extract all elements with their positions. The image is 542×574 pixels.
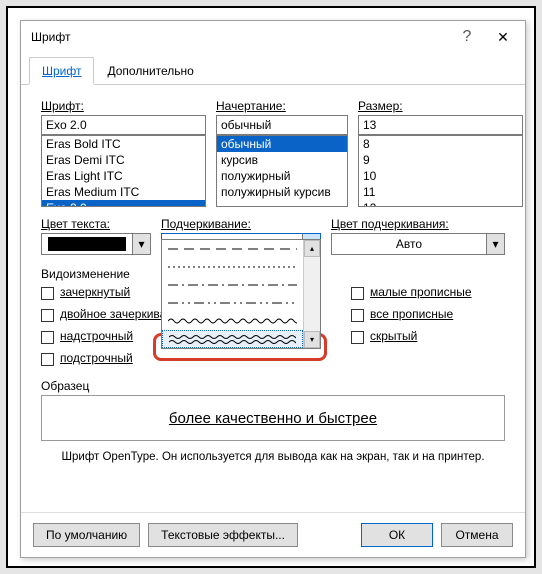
font-hint: Шрифт OpenType. Он используется для выво… [41, 451, 505, 463]
close-icon: ✕ [497, 29, 509, 46]
titlebar: Шрифт ? ✕ [21, 21, 525, 53]
list-item[interactable]: 12 [359, 200, 522, 207]
dialog-title: Шрифт [31, 30, 449, 44]
list-item[interactable]: Eras Light ITC [42, 168, 205, 184]
sample-preview: более качественно и быстрее [41, 395, 505, 441]
chevron-down-icon: ▾ [132, 234, 150, 254]
font-input[interactable] [41, 115, 206, 135]
dialog-footer: По умолчанию Текстовые эффекты... ОК Отм… [21, 512, 525, 557]
underline-option-dot[interactable] [162, 258, 303, 276]
help-icon: ? [463, 28, 472, 46]
size-label: Размер: [358, 99, 523, 113]
list-item[interactable]: 8 [359, 136, 522, 152]
underline-label: Подчеркивание: [161, 217, 321, 231]
tab-font[interactable]: Шрифт [29, 57, 94, 85]
style-label: Начертание: [216, 99, 348, 113]
underline-dropdown: ▴ ▾ [161, 239, 321, 349]
list-item[interactable]: 9 [359, 152, 522, 168]
color-swatch [48, 237, 126, 251]
list-item[interactable]: Eras Medium ITC [42, 184, 205, 200]
scroll-down-icon[interactable]: ▾ [304, 331, 320, 348]
cancel-button[interactable]: Отмена [441, 523, 513, 547]
sample-label: Образец [41, 379, 505, 393]
size-input[interactable] [358, 115, 523, 135]
check-smallcaps[interactable]: малые прописные [351, 285, 472, 301]
underline-option-dashdotdot[interactable] [162, 294, 303, 312]
default-button[interactable]: По умолчанию [33, 523, 140, 547]
font-dialog: Шрифт ? ✕ Шрифт Дополнительно Шрифт: Era… [20, 20, 526, 558]
list-item[interactable]: курсив [217, 152, 347, 168]
underline-option-dashdot[interactable] [162, 276, 303, 294]
check-subscript[interactable]: подстрочный [41, 351, 221, 367]
sample-text: более качественно и быстрее [169, 410, 377, 427]
text-color-label: Цвет текста: [41, 217, 151, 231]
text-effects-button[interactable]: Текстовые эффекты... [148, 523, 298, 547]
tab-strip: Шрифт Дополнительно [21, 57, 525, 85]
list-item[interactable]: Exo 2.0 [42, 200, 205, 207]
underline-option-wave[interactable] [162, 312, 303, 330]
list-item[interactable]: 10 [359, 168, 522, 184]
text-color-combo[interactable]: ▾ [41, 233, 151, 255]
style-input[interactable] [216, 115, 348, 135]
underline-color-value: Авто [332, 234, 486, 254]
help-button[interactable]: ? [449, 23, 485, 51]
dropdown-scrollbar[interactable]: ▴ ▾ [303, 240, 320, 348]
list-item[interactable]: 11 [359, 184, 522, 200]
ok-button[interactable]: ОК [361, 523, 433, 547]
scroll-up-icon[interactable]: ▴ [304, 240, 320, 257]
chevron-down-icon: ▾ [486, 234, 504, 254]
list-item[interactable]: полужирный [217, 168, 347, 184]
size-listbox[interactable]: 8 9 10 11 12 [358, 135, 523, 207]
list-item[interactable]: Eras Bold ITC [42, 136, 205, 152]
list-item[interactable]: обычный [217, 136, 347, 152]
tab-advanced[interactable]: Дополнительно [94, 57, 206, 84]
underline-color-combo[interactable]: Авто ▾ [331, 233, 505, 255]
check-hidden[interactable]: скрытый [351, 329, 472, 345]
underline-option-dash[interactable] [162, 240, 303, 258]
font-listbox[interactable]: Eras Bold ITC Eras Demi ITC Eras Light I… [41, 135, 206, 207]
style-listbox[interactable]: обычный курсив полужирный полужирный кур… [216, 135, 348, 207]
underline-option-double-wave[interactable] [162, 330, 303, 348]
close-button[interactable]: ✕ [485, 23, 521, 51]
list-item[interactable]: Eras Demi ITC [42, 152, 205, 168]
check-allcaps[interactable]: все прописные [351, 307, 472, 323]
underline-color-label: Цвет подчеркивания: [331, 217, 505, 231]
list-item[interactable]: полужирный курсив [217, 184, 347, 200]
font-label: Шрифт: [41, 99, 206, 113]
